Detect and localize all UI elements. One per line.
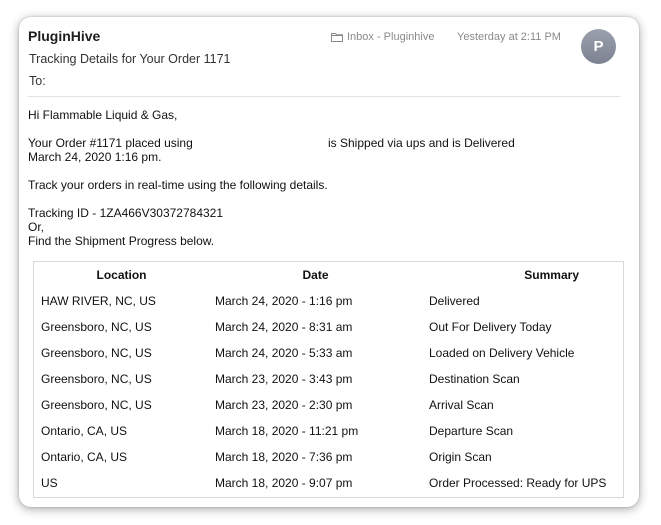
received-timestamp: Yesterday at 2:11 PM — [457, 31, 561, 43]
table-row: US March 18, 2020 - 9:07 pm Order Processe… — [34, 470, 623, 496]
date-cell: March 24, 2020 - 1:16 pm — [215, 294, 353, 308]
column-header-location: Location — [96, 268, 147, 282]
summary-cell: Destination Scan — [429, 372, 520, 386]
location-cell: Greensboro, NC, US — [41, 320, 152, 334]
location-cell: Greensboro, NC, US — [41, 346, 152, 360]
date-cell: March 24, 2020 - 5:33 am — [215, 346, 353, 360]
table-row: Greensboro, NC, US March 24, 2020 - 8:31 … — [34, 314, 623, 340]
order-status-text: is Shipped via ups and is Delivered — [328, 136, 515, 150]
sender-name: PluginHive — [28, 28, 101, 44]
location-cell: HAW RIVER, NC, US — [41, 294, 156, 308]
date-cell: March 18, 2020 - 9:07 pm — [215, 476, 353, 490]
order-date-text: March 24, 2020 1:16 pm. — [28, 150, 162, 164]
header-divider — [28, 96, 620, 97]
date-cell: March 18, 2020 - 7:36 pm — [215, 450, 353, 464]
table-row: Greensboro, NC, US March 24, 2020 - 5:33 … — [34, 340, 623, 366]
shipment-progress-table: Location Date Summary HAW RIVER, NC, US M… — [33, 261, 624, 498]
location-cell: Ontario, CA, US — [41, 450, 128, 464]
folder-icon — [331, 32, 343, 42]
greeting-text: Hi Flammable Liquid & Gas, — [28, 108, 178, 122]
table-row: Ontario, CA, US March 18, 2020 - 7:36 pm O… — [34, 444, 623, 470]
summary-cell: Out For Delivery Today — [429, 320, 552, 334]
summary-cell: Departure Scan — [429, 424, 514, 438]
location-cell: Greensboro, NC, US — [41, 372, 152, 386]
email-subject: Tracking Details for Your Order 1171 — [29, 52, 231, 66]
date-cell: March 24, 2020 - 8:31 am — [215, 320, 353, 334]
date-cell: March 23, 2020 - 3:43 pm — [215, 372, 353, 386]
summary-cell: Arrival Scan — [429, 398, 494, 412]
track-instructions-text: Track your orders in real-time using the… — [28, 178, 328, 192]
summary-cell: Loaded on Delivery Vehicle — [429, 346, 575, 360]
summary-cell: Delivered — [429, 294, 480, 308]
location-cell: Greensboro, NC, US — [41, 398, 152, 412]
date-cell: March 18, 2020 - 11:21 pm — [215, 424, 359, 438]
column-header-date: Date — [302, 268, 329, 282]
mailbox-label: Inbox - Pluginhive — [347, 31, 435, 43]
summary-cell: Origin Scan — [429, 450, 492, 464]
email-message-card: PluginHive Tracking Details for Your Ord… — [19, 17, 639, 507]
table-row: Ontario, CA, US March 18, 2020 - 11:21 pm… — [34, 418, 623, 444]
date-cell: March 23, 2020 - 2:30 pm — [215, 398, 353, 412]
sender-avatar[interactable]: P — [581, 29, 616, 64]
table-row: HAW RIVER, NC, US March 24, 2020 - 1:16 p… — [34, 288, 623, 314]
avatar-initial: P — [593, 38, 604, 55]
or-text: Or, — [28, 220, 45, 234]
table-header-row: Location Date Summary — [34, 262, 623, 288]
mailbox-link[interactable]: Inbox - Pluginhive — [331, 31, 434, 43]
summary-cell: Order Processed: Ready for UPS — [429, 476, 607, 490]
to-label: To: — [29, 74, 46, 88]
column-header-summary: Summary — [524, 268, 579, 282]
table-row: Greensboro, NC, US March 23, 2020 - 2:30 … — [34, 392, 623, 418]
tracking-id-text: Tracking ID - 1ZA466V30372784321 — [28, 206, 224, 220]
location-cell: Ontario, CA, US — [41, 424, 128, 438]
location-cell: US — [41, 476, 58, 490]
order-line-text: Your Order #1171 placed using — [28, 136, 193, 150]
table-row: Greensboro, NC, US March 23, 2020 - 3:43 … — [34, 366, 623, 392]
progress-intro-text: Find the Shipment Progress below. — [28, 234, 215, 248]
